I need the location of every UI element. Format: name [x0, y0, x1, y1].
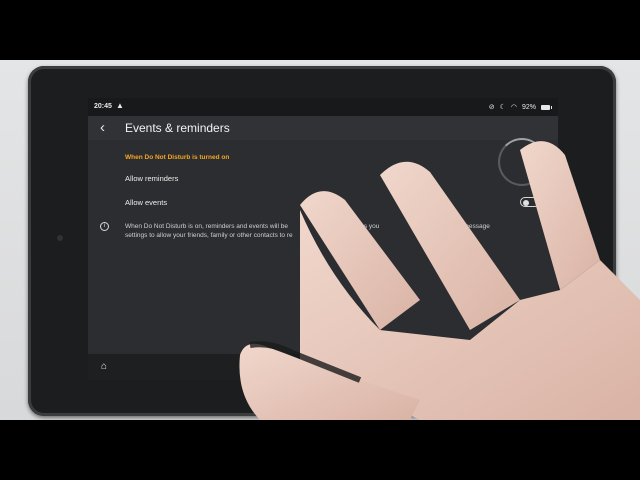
back-arrow-icon[interactable]: ‹	[100, 119, 105, 136]
battery-level: 92%	[521, 103, 536, 111]
app-bar: ‹ Events & reminders	[88, 116, 558, 140]
status-time: 20:45	[94, 103, 112, 110]
notification-icon: ▲	[116, 101, 124, 110]
info-text: When Do Not Disturb is on, reminders and…	[125, 222, 545, 240]
navigation-bar: ⌂	[88, 354, 558, 380]
allow-reminders-row[interactable]: Allow reminders	[125, 174, 178, 183]
info-text-part2: items you	[351, 223, 380, 230]
mute-icon: ⊘	[488, 104, 495, 111]
touch-ripple	[498, 138, 546, 186]
section-header: When Do Not Disturb is turned on	[125, 154, 230, 161]
allow-events-toggle[interactable]	[520, 197, 540, 207]
tablet-screen: 20:45 ▲ ⊘ ☾ ◠ 92% ‹ Events & reminders W…	[88, 98, 558, 380]
info-text-line2: settings to allow your friends, family o…	[125, 232, 293, 239]
moon-icon: ☾	[499, 104, 506, 111]
wifi-icon: ◠	[510, 104, 517, 111]
recents-square-button[interactable]	[378, 363, 384, 369]
status-bar: 20:45 ▲ ⊘ ☾ ◠ 92%	[88, 98, 558, 116]
info-text-part3: ust message	[453, 223, 490, 230]
home-circle-button[interactable]	[320, 363, 326, 369]
info-icon: i	[100, 222, 109, 231]
page-title: Events & reminders	[125, 121, 230, 135]
battery-icon	[541, 104, 552, 110]
info-text-part1: When Do Not Disturb is on, reminders and…	[125, 223, 288, 230]
allow-events-row[interactable]: Allow events	[125, 198, 167, 207]
toggle-knob	[523, 199, 529, 206]
home-icon[interactable]: ⌂	[101, 361, 107, 372]
front-camera	[57, 235, 63, 241]
